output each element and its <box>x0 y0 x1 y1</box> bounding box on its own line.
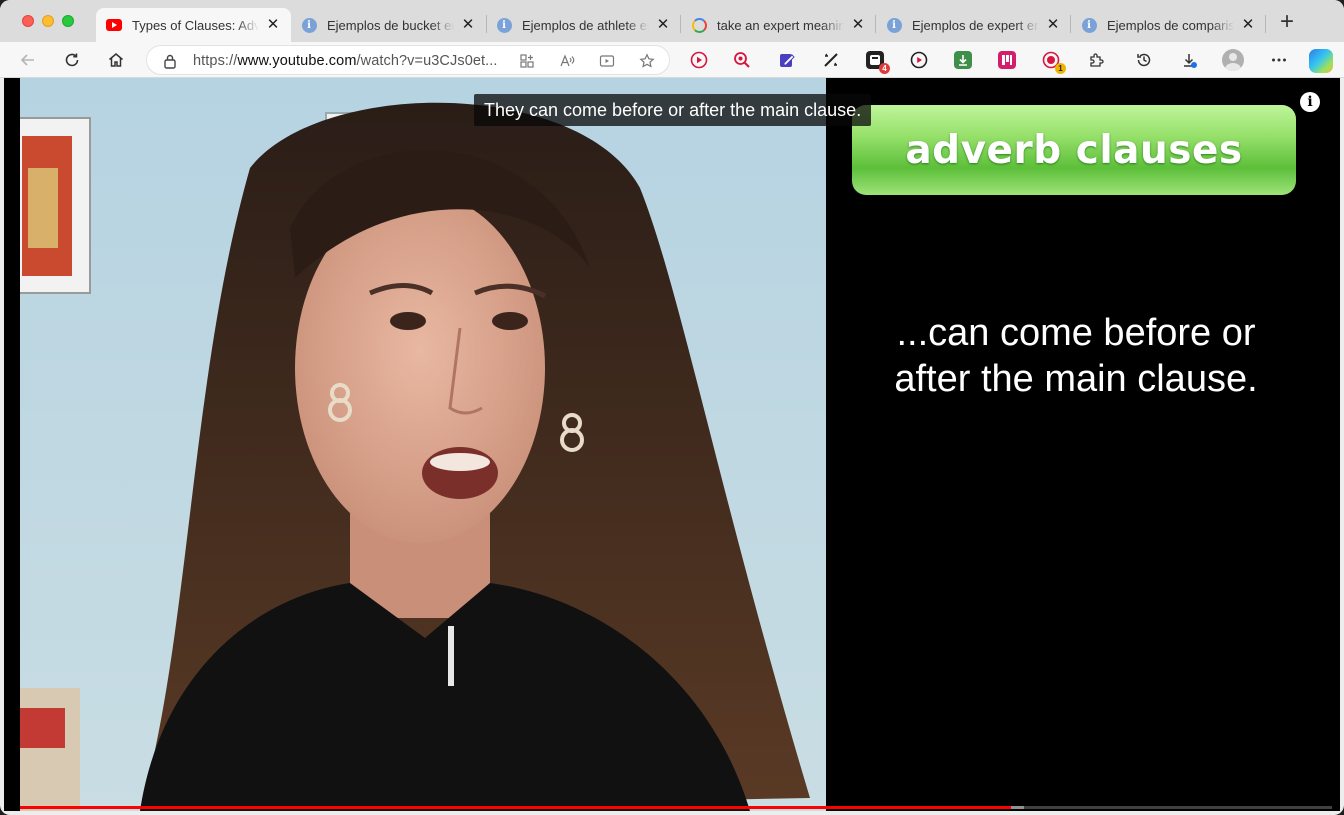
info-icon: i <box>496 17 512 33</box>
back-icon[interactable] <box>16 48 40 72</box>
tab-ejemplos-athlete[interactable]: i Ejemplos de athlete en inglés ✕ <box>486 8 681 42</box>
close-tab-icon[interactable]: ✕ <box>850 17 866 33</box>
close-tab-icon[interactable]: ✕ <box>1045 17 1061 33</box>
close-tab-icon[interactable]: ✕ <box>265 17 281 33</box>
tab-strip: Types of Clauses: Adverb Clauses ✕ i Eje… <box>0 0 1344 42</box>
tab-google-search[interactable]: take an expert meaning ✕ <box>681 8 876 42</box>
youtube-extension-icon[interactable] <box>690 51 708 69</box>
closed-caption: They can come before or after the main c… <box>474 94 872 126</box>
tab-youtube[interactable]: Types of Clauses: Adverb Clauses ✕ <box>96 8 291 42</box>
video-recorder-extension-icon[interactable] <box>910 51 928 69</box>
progress-played <box>20 806 1011 809</box>
info-icon[interactable]: i <box>1300 92 1320 112</box>
notes-extension-icon[interactable]: 4 <box>866 51 890 74</box>
tab-title: Types of Clauses: Adverb Clauses <box>132 17 259 33</box>
download-box-extension-icon[interactable] <box>954 51 972 69</box>
address-bar[interactable]: https://www.youtube.com/watch?v=u3CJs0et… <box>146 45 670 75</box>
more-menu-icon[interactable] <box>1267 48 1291 72</box>
youtube-icon <box>106 17 122 33</box>
browser-window: Types of Clauses: Adverb Clauses ✕ i Eje… <box>0 0 1344 815</box>
downloads-icon[interactable] <box>1177 48 1201 72</box>
slide-line: ...can come before or <box>896 312 1256 354</box>
lock-icon[interactable] <box>163 53 179 69</box>
minimize-window-button[interactable] <box>42 15 54 27</box>
video-popout-icon[interactable] <box>597 51 617 71</box>
reload-icon[interactable] <box>60 48 84 72</box>
slide-body: ...can come before or after the main cla… <box>826 310 1326 402</box>
history-icon[interactable] <box>1132 48 1156 72</box>
tab-divider <box>1265 15 1266 33</box>
notification-badge: 4 <box>879 63 890 74</box>
slide-title-banner: adverb clauses <box>852 105 1296 195</box>
video-player[interactable]: adverb clauses ...can come before or aft… <box>4 78 1340 811</box>
close-tab-icon[interactable]: ✕ <box>1240 17 1256 33</box>
new-tab-button[interactable]: + <box>1276 10 1298 34</box>
tab-title: Ejemplos de athlete en inglés <box>522 17 649 33</box>
copilot-icon[interactable] <box>1309 49 1333 73</box>
favorite-star-icon[interactable] <box>637 51 657 71</box>
tab-ejemplos-expert[interactable]: i Ejemplos de expert en inglés ✕ <box>876 8 1071 42</box>
slide-line: after the main clause. <box>894 358 1258 400</box>
progress-bar[interactable] <box>20 806 1332 809</box>
info-icon: i <box>1081 17 1097 33</box>
info-icon: i <box>301 17 317 33</box>
url-text: https://www.youtube.com/watch?v=u3CJs0et… <box>193 53 498 69</box>
app-available-icon[interactable] <box>517 51 537 71</box>
home-icon[interactable] <box>104 48 128 72</box>
info-icon: i <box>886 17 902 33</box>
zoom-window-button[interactable] <box>62 15 74 27</box>
search-lens-extension-icon[interactable] <box>733 51 751 69</box>
record-extension-icon[interactable]: 1 <box>1042 51 1066 74</box>
speaker-video-frame <box>20 78 826 811</box>
read-aloud-icon[interactable] <box>557 51 577 71</box>
board-extension-icon[interactable] <box>998 51 1016 69</box>
extensions-puzzle-icon[interactable] <box>1087 51 1105 69</box>
slide-title: adverb clauses <box>905 127 1243 173</box>
close-tab-icon[interactable]: ✕ <box>655 17 671 33</box>
magic-wand-extension-icon[interactable] <box>822 51 840 69</box>
tab-title: Ejemplos de expert en inglés <box>912 17 1039 33</box>
close-window-button[interactable] <box>22 15 34 27</box>
tab-ejemplos-comparison[interactable]: i Ejemplos de comparison en inglés ✕ <box>1071 8 1266 42</box>
tab-title: Ejemplos de comparison en inglés <box>1107 17 1234 33</box>
edit-pen-extension-icon[interactable] <box>778 51 796 69</box>
lesson-slide: adverb clauses ...can come before or aft… <box>826 78 1340 811</box>
profile-avatar[interactable] <box>1222 49 1244 71</box>
close-tab-icon[interactable]: ✕ <box>460 17 476 33</box>
browser-toolbar: https://www.youtube.com/watch?v=u3CJs0et… <box>0 42 1344 78</box>
google-icon <box>691 17 707 33</box>
tab-title: take an expert meaning <box>717 17 844 33</box>
tab-ejemplos-bucket[interactable]: i Ejemplos de bucket en inglés ✕ <box>291 8 486 42</box>
notification-badge: 1 <box>1055 63 1066 74</box>
tab-title: Ejemplos de bucket en inglés <box>327 17 454 33</box>
